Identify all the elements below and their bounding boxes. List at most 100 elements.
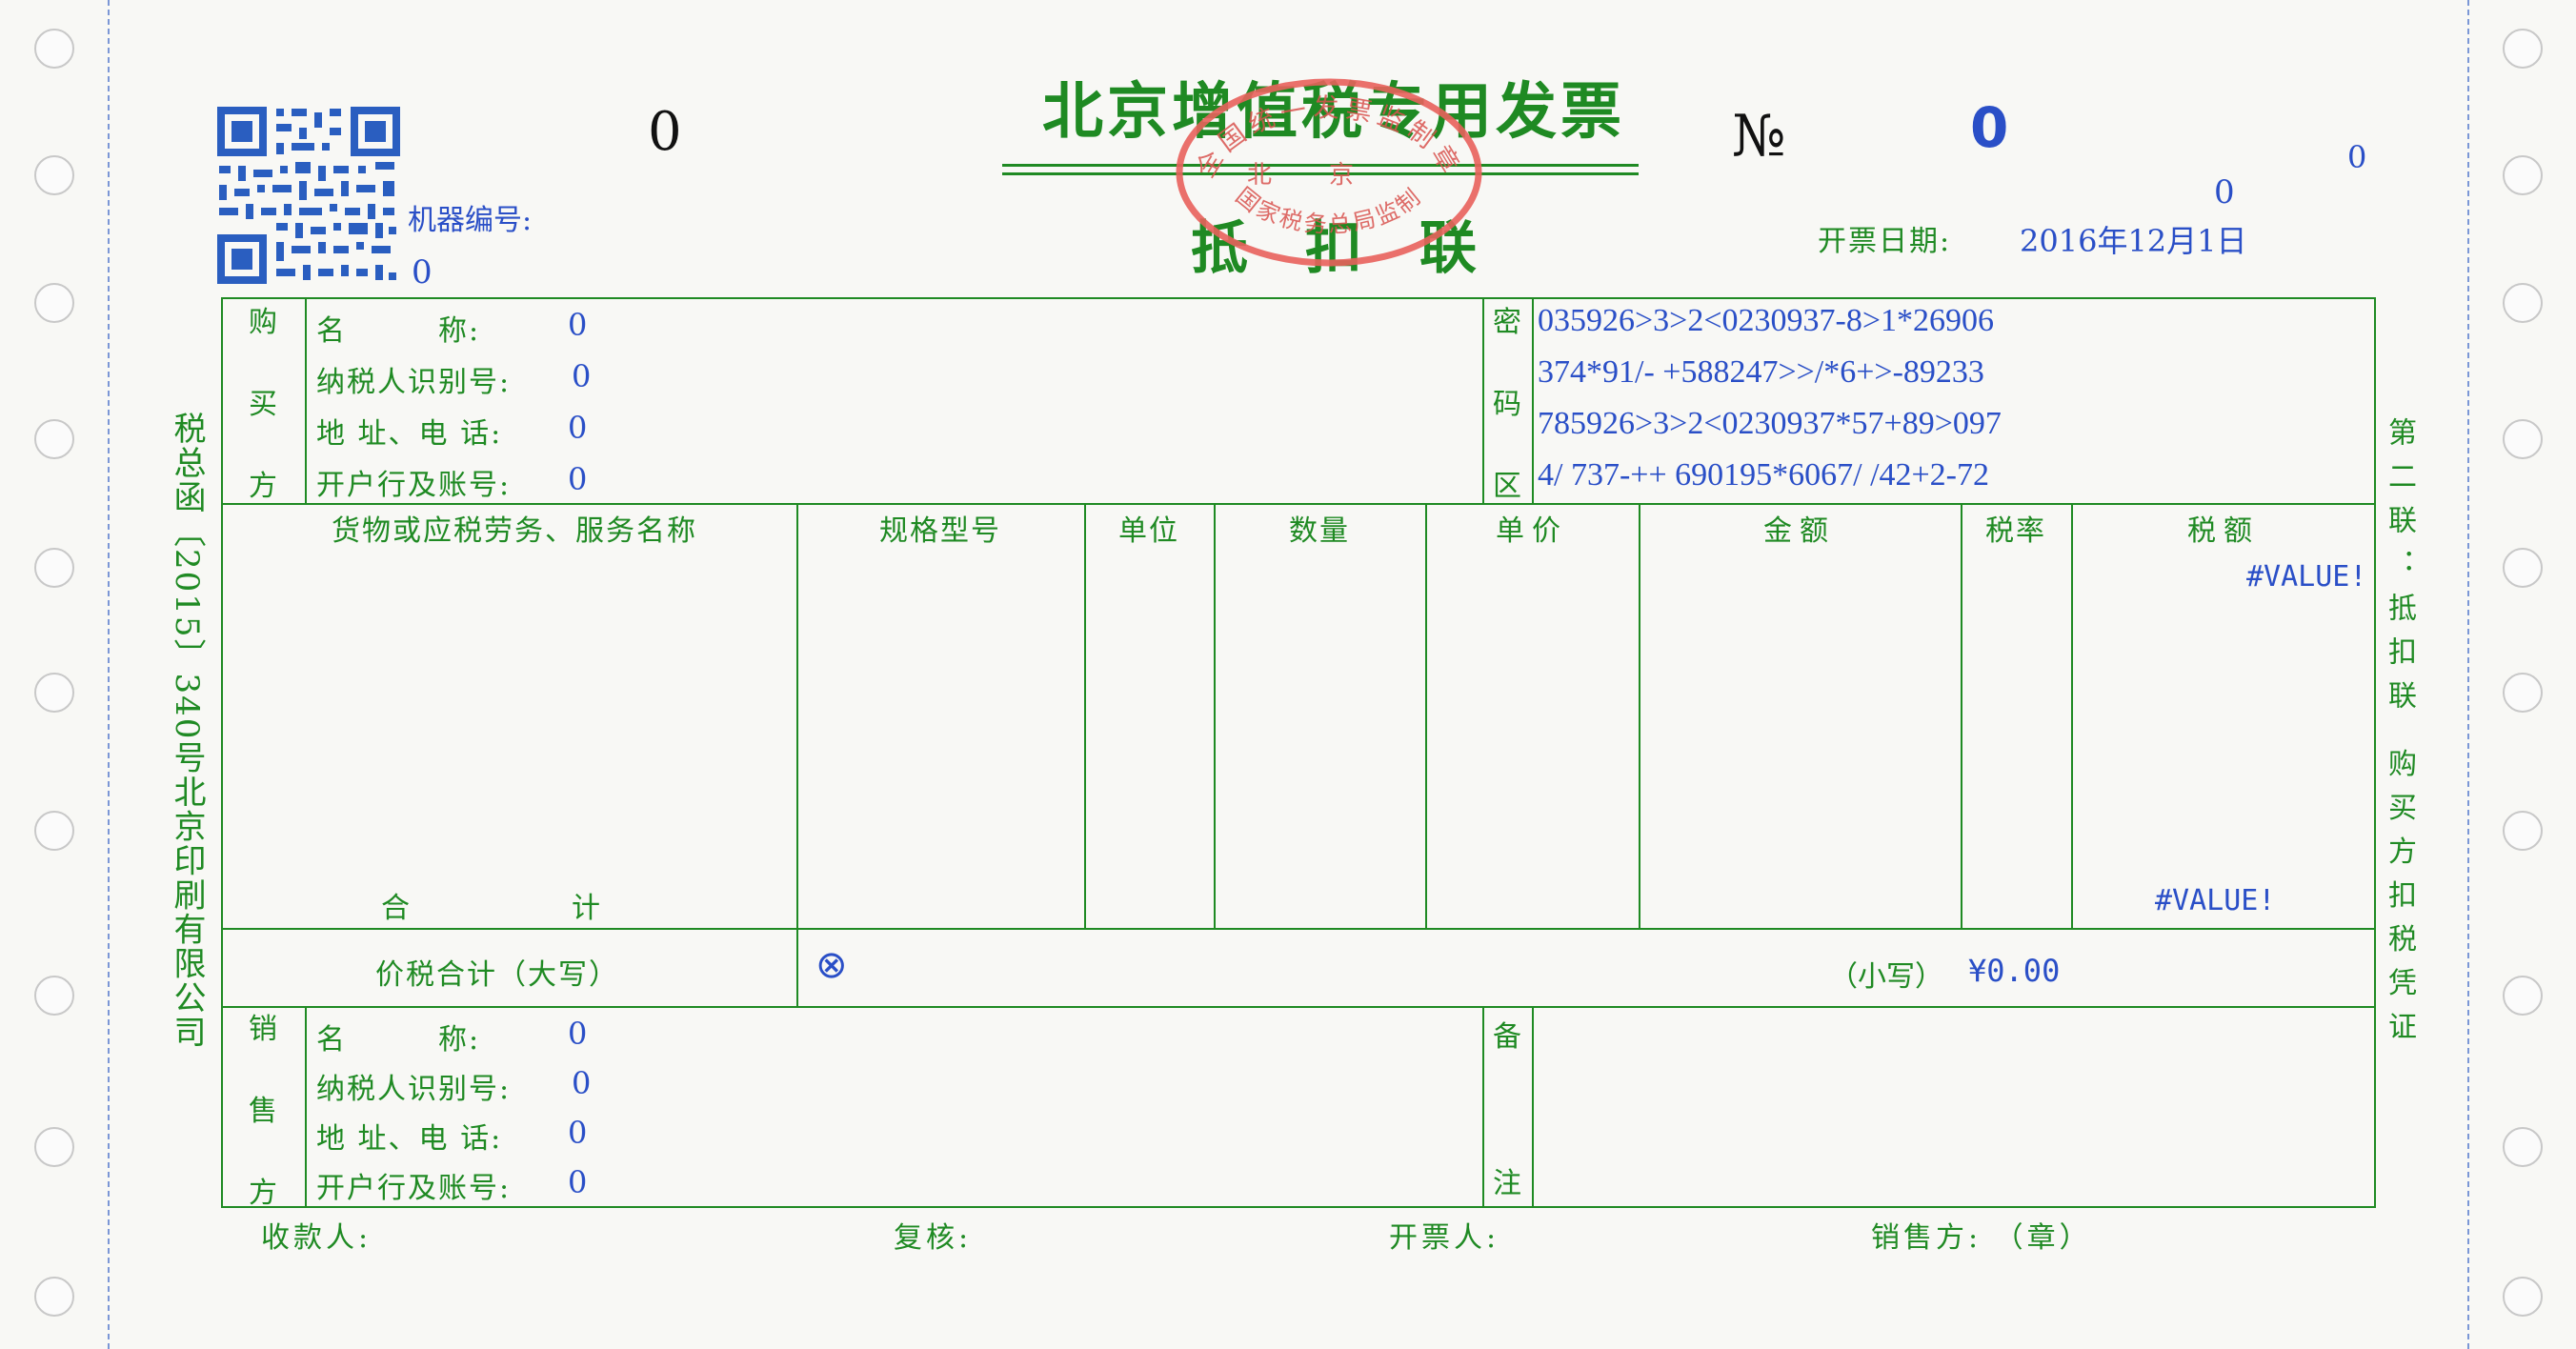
feed-hole bbox=[2503, 419, 2543, 459]
svg-text:国家税务总局监制: 国家税务总局监制 bbox=[1231, 182, 1427, 238]
feed-hole bbox=[2503, 1127, 2543, 1167]
number-symbol: № bbox=[1732, 103, 1786, 170]
grid-line bbox=[305, 297, 307, 503]
issue-date-value: 2016年12月1日 bbox=[2020, 223, 2247, 259]
seller-bank-value: 0 bbox=[568, 1164, 588, 1200]
total-tax-amount-value: #VALUE! bbox=[2155, 884, 2276, 917]
grid-line bbox=[221, 928, 2376, 930]
buyer-address-label: 地 址、电 话: bbox=[316, 417, 503, 451]
seller-label-char: 售 bbox=[249, 1095, 277, 1128]
invoice-paper: 0 北京增值税专用发票 抵扣联 全国统一发票监制章 北京 国家税务总局监制 № … bbox=[0, 0, 2576, 1349]
feed-hole bbox=[34, 419, 74, 459]
buyer-label-char: 购 bbox=[249, 306, 277, 339]
cipher-line: 035926>3>2<0230937-8>1*26906 bbox=[1538, 303, 1995, 338]
issue-date-label: 开票日期: bbox=[1818, 225, 1952, 258]
feed-hole bbox=[34, 673, 74, 713]
col-header-tax-amount: 税额 bbox=[2187, 514, 2260, 548]
qr-code-icon bbox=[215, 105, 402, 286]
feed-hole bbox=[34, 548, 74, 588]
feed-hole bbox=[34, 1127, 74, 1167]
perforation-left bbox=[108, 0, 110, 1349]
cipher-label-char: 码 bbox=[1493, 388, 1521, 421]
total-small-label: （小写） bbox=[1829, 960, 1943, 994]
feed-hole bbox=[2503, 673, 2543, 713]
feed-hole bbox=[34, 1277, 74, 1317]
col-header-tax-rate: 税率 bbox=[1985, 514, 2046, 548]
machine-number-value: 0 bbox=[412, 253, 433, 292]
col-header-unit: 单位 bbox=[1118, 514, 1179, 548]
machine-number-label: 机器编号: bbox=[408, 204, 533, 237]
grid-line bbox=[1532, 1006, 1534, 1208]
total-in-words-label: 价税合计（大写） bbox=[375, 958, 619, 992]
cipher-label-char: 区 bbox=[1493, 470, 1521, 503]
right-small-value-1: 0 bbox=[2347, 139, 2367, 175]
printer-info-vertical: 税总函〔2015〕340号北京印刷有限公司 bbox=[168, 412, 206, 1050]
feed-hole bbox=[34, 283, 74, 323]
seller-address-value: 0 bbox=[568, 1115, 588, 1151]
feed-hole bbox=[34, 811, 74, 851]
seller-label-char: 销 bbox=[249, 1013, 277, 1046]
buyer-name-value: 0 bbox=[568, 307, 588, 343]
right-small-value-2: 0 bbox=[2214, 173, 2235, 211]
buyer-tax-id-value: 0 bbox=[572, 358, 592, 394]
feed-hole bbox=[2503, 976, 2543, 1016]
buyer-name-label: 名 称: bbox=[316, 314, 481, 348]
grid-line bbox=[1532, 297, 1534, 503]
seller-address-label: 地 址、电 话: bbox=[316, 1122, 503, 1156]
seller-name-value: 0 bbox=[568, 1016, 588, 1052]
copy-purpose-vertical: 第二联：抵扣联 购买方扣税凭证 bbox=[2383, 417, 2416, 1056]
grid-line bbox=[1482, 297, 1484, 503]
cipher-label-char: 密 bbox=[1493, 306, 1521, 339]
buyer-label-char: 买 bbox=[249, 388, 277, 421]
seller-tax-id-value: 0 bbox=[572, 1065, 592, 1101]
seal-middle-text: 北京 bbox=[1247, 161, 1411, 190]
grid-line bbox=[1639, 503, 1640, 928]
feed-hole bbox=[2503, 283, 2543, 323]
payee-label: 收款人: bbox=[261, 1221, 372, 1255]
seller-seal-label: 销售方: （章） bbox=[1871, 1221, 2092, 1255]
feed-hole bbox=[34, 976, 74, 1016]
grid-line bbox=[2071, 503, 2073, 928]
cipher-line: 374*91/- +588247>>/*6+>-89233 bbox=[1538, 354, 1984, 390]
invoice-frame bbox=[221, 297, 2376, 1208]
grid-line bbox=[1425, 503, 1427, 928]
col-header-quantity: 数量 bbox=[1289, 514, 1350, 548]
seal-bottom-text: 国家税务总局监制 bbox=[1231, 182, 1424, 238]
buyer-bank-value: 0 bbox=[568, 461, 588, 497]
grid-line bbox=[1961, 503, 1962, 928]
perforation-right bbox=[2467, 0, 2469, 1349]
total-small-value: ¥0.00 bbox=[1968, 953, 2061, 989]
buyer-label-char: 方 bbox=[249, 470, 277, 503]
grid-line bbox=[1084, 503, 1086, 928]
feed-hole bbox=[2503, 1277, 2543, 1317]
drawer-label: 开票人: bbox=[1389, 1221, 1500, 1255]
grid-line bbox=[796, 503, 798, 1006]
invoice-code: 0 bbox=[648, 101, 682, 163]
reviewer-label: 复核: bbox=[894, 1221, 973, 1255]
col-header-spec: 规格型号 bbox=[879, 514, 1001, 548]
invoice-number: 0 bbox=[1970, 95, 2009, 160]
remarks-label-char: 注 bbox=[1493, 1167, 1521, 1200]
col-header-amount: 金额 bbox=[1763, 514, 1836, 548]
seller-name-label: 名 称: bbox=[316, 1023, 481, 1057]
grid-line bbox=[1214, 503, 1216, 928]
col-header-price: 单价 bbox=[1496, 514, 1568, 548]
feed-hole bbox=[2503, 548, 2543, 588]
grid-line bbox=[1482, 1006, 1484, 1208]
tax-amount-value: #VALUE! bbox=[2246, 560, 2367, 594]
feed-hole bbox=[2503, 155, 2543, 195]
feed-hole bbox=[2503, 811, 2543, 851]
grid-line bbox=[305, 1006, 307, 1208]
seller-tax-id-label: 纳税人识别号: bbox=[316, 1073, 512, 1106]
seller-label-char: 方 bbox=[249, 1177, 277, 1210]
cipher-line: 4/ 737-++ 690195*6067/ /42+2-72 bbox=[1538, 457, 1990, 493]
cancel-mark-icon: ⊗ bbox=[815, 943, 848, 987]
tax-bureau-seal: 全国统一发票监制章 北京 国家税务总局监制 bbox=[1174, 76, 1484, 269]
feed-hole bbox=[34, 155, 74, 195]
cipher-line: 785926>3>2<0230937*57+89>097 bbox=[1538, 406, 2002, 441]
col-header-goods: 货物或应税劳务、服务名称 bbox=[332, 514, 697, 548]
grid-line bbox=[221, 503, 2376, 505]
buyer-bank-label: 开户行及账号: bbox=[316, 469, 512, 502]
total-label: 合 计 bbox=[381, 892, 610, 925]
seller-bank-label: 开户行及账号: bbox=[316, 1172, 512, 1205]
